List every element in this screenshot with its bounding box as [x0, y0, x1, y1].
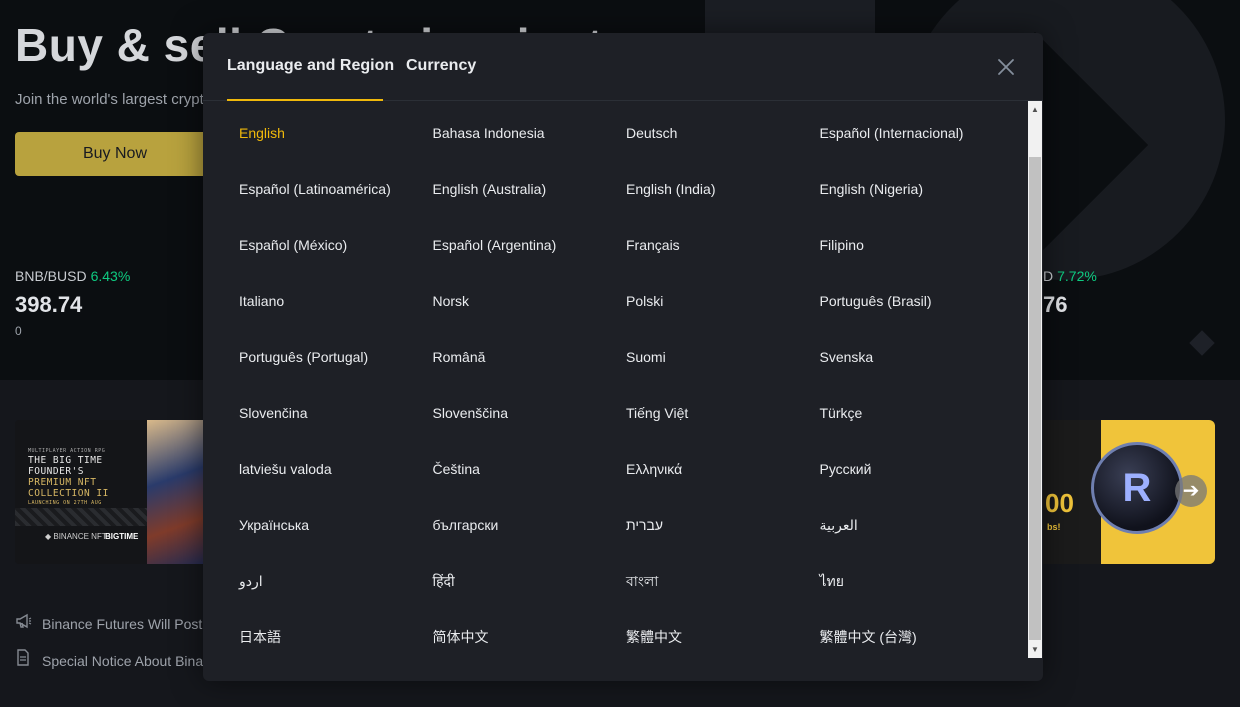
- language-option[interactable]: latviešu valoda: [227, 441, 421, 497]
- promo-banner-bigtime[interactable]: MULTIPLAYER ACTION RPG THE BIG TIME FOUN…: [15, 420, 215, 564]
- language-option[interactable]: English (India): [614, 161, 808, 217]
- scrollbar-thumb[interactable]: [1029, 157, 1041, 640]
- banner-number: 00: [1045, 488, 1074, 518]
- language-option[interactable]: Español (Argentina): [421, 217, 615, 273]
- language-option[interactable]: 繁體中文: [614, 609, 808, 665]
- close-icon: [998, 59, 1014, 75]
- language-option[interactable]: עברית: [614, 497, 808, 553]
- language-option[interactable]: Español (Latinoamérica): [227, 161, 421, 217]
- buy-now-button[interactable]: Buy Now: [15, 132, 215, 176]
- scroll-down-arrow-icon[interactable]: ▼: [1028, 641, 1042, 658]
- announcement-text: Special Notice About Bina: [42, 653, 204, 669]
- language-option[interactable]: Русский: [808, 441, 1002, 497]
- language-option[interactable]: English (Australia): [421, 161, 615, 217]
- language-grid: English Bahasa Indonesia Deutsch Español (I…: [227, 101, 1027, 665]
- language-option[interactable]: ไทย: [808, 553, 1002, 609]
- language-option[interactable]: English: [227, 105, 421, 161]
- language-option[interactable]: العربية: [808, 497, 1002, 553]
- banner-tagline: bs!: [1047, 522, 1061, 532]
- language-option[interactable]: Українська: [227, 497, 421, 553]
- binance-nft-logo: ◆ BINANCE NFT: [45, 532, 107, 541]
- ticker-change: 6.43%: [90, 268, 131, 284]
- language-option[interactable]: Português (Brasil): [808, 273, 1002, 329]
- ticker-price: 76: [1043, 292, 1068, 317]
- banner-stripe: [15, 508, 147, 526]
- tab-currency[interactable]: Currency: [406, 57, 476, 75]
- language-option[interactable]: Polski: [614, 273, 808, 329]
- language-option[interactable]: 简体中文: [421, 609, 615, 665]
- language-option[interactable]: Svenska: [808, 329, 1002, 385]
- decorative-diamond-small: [1189, 330, 1215, 356]
- banner-text: MULTIPLAYER ACTION RPG THE BIG TIME FOUN…: [28, 448, 109, 506]
- ticker-volume: 0: [15, 324, 22, 338]
- carousel-next-arrow-icon[interactable]: ➔: [1175, 475, 1207, 507]
- language-option[interactable]: Slovenščina: [421, 385, 615, 441]
- language-option[interactable]: 繁體中文 (台灣): [808, 609, 1002, 665]
- language-option[interactable]: বাংলা: [614, 553, 808, 609]
- document-icon: [15, 649, 35, 669]
- ticker-bnb-busd[interactable]: BNB/BUSD 6.43% 398.74 0: [15, 268, 130, 338]
- language-option[interactable]: Ελληνικά: [614, 441, 808, 497]
- promo-banner-raydium[interactable]: 00 bs! R ➔: [1043, 420, 1215, 564]
- language-option[interactable]: Türkçe: [808, 385, 1002, 441]
- ticker-pair: D: [1043, 268, 1054, 284]
- language-option[interactable]: Norsk: [421, 273, 615, 329]
- raydium-coin-icon: R: [1091, 442, 1183, 534]
- language-option[interactable]: Português (Portugal): [227, 329, 421, 385]
- announcement-text: Binance Futures Will Post: [42, 616, 203, 632]
- language-option[interactable]: 日本語: [227, 609, 421, 665]
- announcement-item[interactable]: Binance Futures Will Post: [15, 613, 202, 632]
- language-option[interactable]: English (Nigeria): [808, 161, 1002, 217]
- language-option[interactable]: Italiano: [227, 273, 421, 329]
- close-button[interactable]: [994, 55, 1018, 79]
- announcement-item[interactable]: Special Notice About Bina: [15, 649, 203, 669]
- language-option[interactable]: Filipino: [808, 217, 1002, 273]
- language-option[interactable]: български: [421, 497, 615, 553]
- language-option[interactable]: हिंदी: [421, 553, 615, 609]
- megaphone-icon: [15, 613, 35, 632]
- language-option[interactable]: Čeština: [421, 441, 615, 497]
- language-option[interactable]: Français: [614, 217, 808, 273]
- language-option[interactable]: Suomi: [614, 329, 808, 385]
- scrollbar[interactable]: ▲ ▼: [1028, 101, 1042, 658]
- ticker-right[interactable]: D 7.72%: [1043, 268, 1097, 284]
- ticker-change: 7.72%: [1057, 268, 1097, 284]
- scroll-up-arrow-icon[interactable]: ▲: [1028, 101, 1042, 118]
- ticker-pair: BNB/BUSD: [15, 268, 87, 284]
- ticker-price: 398.74: [15, 292, 83, 317]
- language-currency-modal: Language and Region Currency English Baha…: [203, 33, 1043, 681]
- language-list-container[interactable]: English Bahasa Indonesia Deutsch Español (I…: [227, 101, 1027, 681]
- language-option[interactable]: Bahasa Indonesia: [421, 105, 615, 161]
- language-option[interactable]: Tiếng Việt: [614, 385, 808, 441]
- language-option[interactable]: Español (Internacional): [808, 105, 1002, 161]
- language-option[interactable]: اردو: [227, 553, 421, 609]
- language-option[interactable]: Deutsch: [614, 105, 808, 161]
- language-option[interactable]: Slovenčina: [227, 385, 421, 441]
- modal-header: Language and Region Currency: [203, 33, 1043, 101]
- language-option[interactable]: Română: [421, 329, 615, 385]
- language-option[interactable]: Español (México): [227, 217, 421, 273]
- bigtime-logo: BIGTIME: [105, 532, 139, 541]
- tab-language-and-region[interactable]: Language and Region: [227, 57, 394, 75]
